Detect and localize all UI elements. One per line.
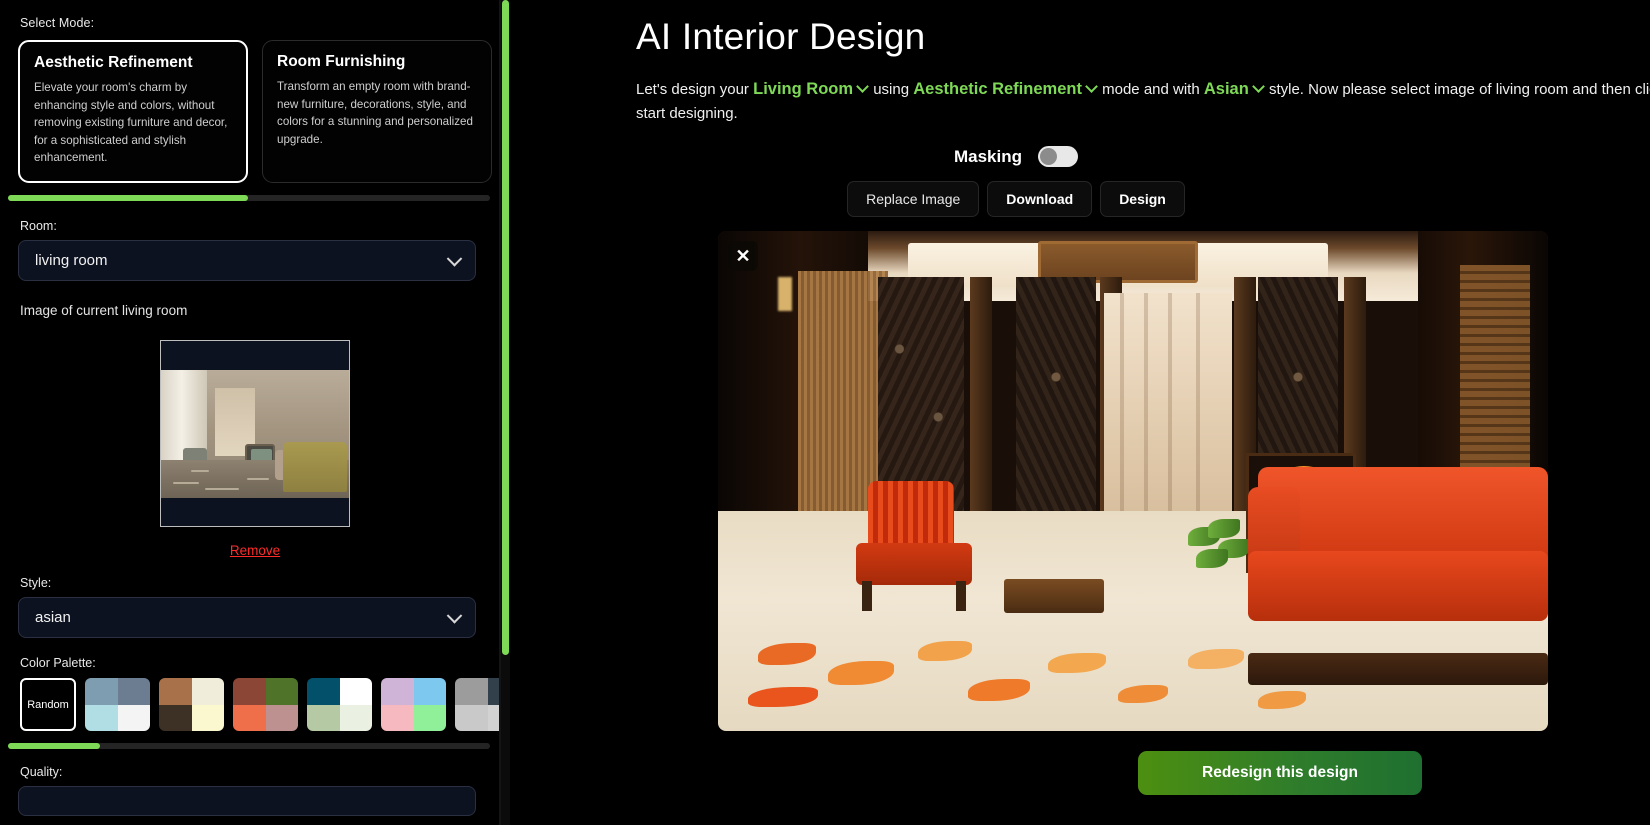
redesign-row: Redesign this design [510, 751, 1650, 796]
close-icon[interactable]: ✕ [728, 241, 758, 272]
subtitle-text-3: mode and with [1102, 81, 1200, 98]
color-palette-label: Color Palette: [20, 656, 96, 671]
palette-horizontal-scrollbar[interactable] [8, 743, 490, 750]
masking-row: Masking [516, 146, 1516, 168]
subtitle-room-dropdown[interactable]: Living Room [753, 80, 853, 98]
palette-swatch[interactable] [85, 678, 150, 732]
mode-scrollbar-thumb[interactable] [8, 195, 248, 202]
masking-label: Masking [953, 146, 1023, 166]
chevron-down-icon [446, 607, 463, 624]
style-label: Style: [20, 576, 52, 591]
style-select-value: asian [35, 609, 71, 627]
quality-label: Quality: [20, 765, 63, 780]
mode-description: Elevate your room's charm by enhancing s… [34, 81, 228, 165]
chevron-down-icon[interactable] [856, 80, 869, 93]
mode-card-aesthetic-refinement[interactable]: Aesthetic Refinement Elevate your room's… [18, 40, 249, 184]
design-button[interactable]: Design [1100, 181, 1185, 218]
room-label: Room: [20, 219, 57, 234]
style-select[interactable]: asian [18, 597, 476, 639]
main-panel: AI Interior Design Let's design your Liv… [510, 0, 1650, 825]
replace-image-button[interactable]: Replace Image [847, 181, 980, 218]
palette-swatch[interactable] [233, 678, 298, 732]
current-image-caption: Image of current living room [20, 303, 188, 319]
subtitle-mode-dropdown[interactable]: Aesthetic Refinement [913, 80, 1082, 98]
mode-horizontal-scrollbar[interactable] [8, 195, 490, 202]
settings-sidebar: Select Mode: Aesthetic Refinement Elevat… [0, 0, 510, 825]
mode-description: Transform an empty room with brand-new f… [277, 80, 473, 146]
mode-title: Room Furnishing [277, 53, 406, 70]
quality-select[interactable] [18, 786, 476, 817]
room-thumbnail[interactable] [160, 340, 350, 528]
redesign-button[interactable]: Redesign this design [1138, 751, 1422, 796]
design-preview-image[interactable]: ✕ [718, 231, 1548, 732]
room-thumbnail-image [161, 369, 349, 498]
palette-swatch[interactable] [381, 678, 446, 732]
room-select[interactable]: living room [18, 240, 476, 282]
remove-image-link[interactable]: Remove [18, 543, 492, 558]
app-root: Select Mode: Aesthetic Refinement Elevat… [0, 0, 1650, 825]
subtitle-style-dropdown[interactable]: Asian [1204, 80, 1249, 98]
thumbnail-container [18, 340, 492, 528]
select-mode-label: Select Mode: [20, 16, 95, 30]
mode-title: Aesthetic Refinement [34, 54, 193, 71]
chevron-down-icon[interactable] [1251, 80, 1265, 93]
palette-swatch[interactable] [159, 678, 224, 732]
subtitle-text-2: using [873, 81, 910, 98]
sidebar-scrollbar[interactable] [501, 0, 510, 825]
page-title: AI Interior Design [636, 16, 926, 57]
image-action-buttons: Replace Image Download Design [516, 181, 1516, 218]
room-select-value: living room [35, 252, 108, 270]
download-button[interactable]: Download [987, 181, 1093, 218]
chevron-down-icon[interactable] [1085, 80, 1098, 93]
subtitle-text-1: Let's design your [636, 81, 749, 98]
palette-scrollbar-thumb[interactable] [8, 743, 100, 750]
subtitle-instructions: Let's design your Living Room using Aest… [636, 76, 1650, 126]
palette-random-option[interactable]: Random [20, 678, 76, 732]
sidebar-scrollbar-thumb[interactable] [502, 0, 509, 655]
chevron-down-icon [446, 250, 463, 267]
masking-toggle[interactable] [1038, 146, 1079, 168]
palette-swatch[interactable] [307, 678, 372, 732]
color-palette-row[interactable]: Random [20, 678, 510, 732]
masking-toggle-knob [1040, 148, 1058, 166]
preview-container: ✕ [718, 231, 1650, 732]
mode-card-group: Aesthetic Refinement Elevate your room's… [18, 40, 492, 184]
mode-card-room-furnishing[interactable]: Room Furnishing Transform an empty room … [262, 40, 492, 184]
